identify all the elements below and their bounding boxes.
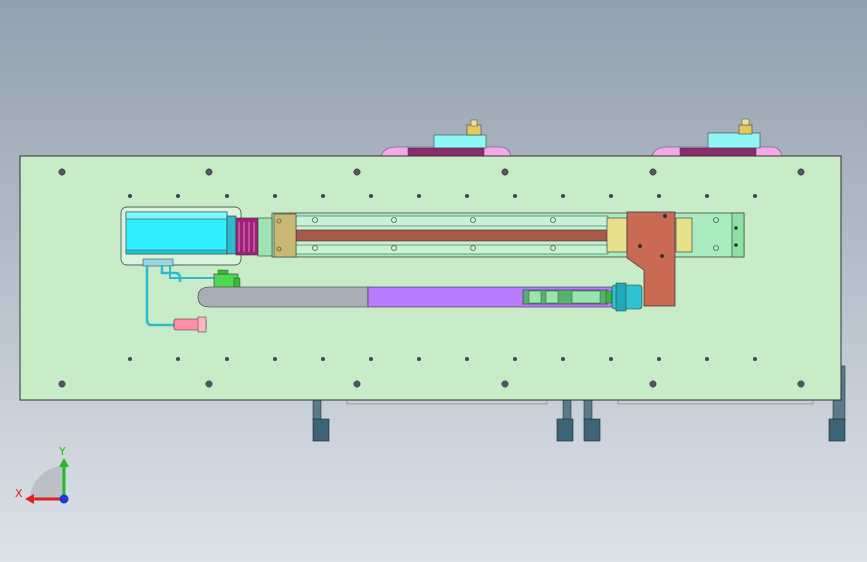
mount-hole	[797, 168, 805, 176]
cad-model-view: Y X	[15, 118, 846, 504]
axis-x-label: X	[15, 487, 23, 500]
screw-hole	[417, 357, 421, 361]
top-clamp-right	[651, 118, 783, 157]
screw-hole	[753, 357, 757, 361]
screw-hole	[321, 357, 325, 361]
mount-hole	[58, 380, 66, 388]
screw-hole	[225, 194, 229, 198]
mount-hole	[353, 380, 361, 388]
screw-hole	[657, 194, 661, 198]
coordinate-triad	[25, 458, 69, 504]
screw-hole	[176, 357, 180, 361]
mount-hole	[58, 168, 66, 176]
screw-hole	[753, 194, 757, 198]
top-clamp-left	[380, 119, 512, 157]
mount-hole	[205, 168, 213, 176]
screw-hole	[561, 194, 565, 198]
screw-hole	[273, 194, 277, 198]
screw-hole	[705, 194, 709, 198]
axis-y-label: Y	[58, 445, 66, 458]
screw-hole	[225, 357, 229, 361]
cable-chain	[197, 282, 643, 312]
screw-hole	[513, 194, 517, 198]
screw-hole	[705, 357, 709, 361]
screw-hole	[273, 357, 277, 361]
mount-hole	[649, 380, 657, 388]
mount-hole	[501, 380, 509, 388]
screw-hole	[609, 357, 613, 361]
screw-hole	[321, 194, 325, 198]
screw-hole	[465, 194, 469, 198]
screw-hole	[609, 194, 613, 198]
screw-hole	[176, 194, 180, 198]
mount-hole	[501, 168, 509, 176]
screw-hole	[561, 357, 565, 361]
screw-hole	[465, 357, 469, 361]
base-plate	[19, 155, 842, 401]
mount-hole	[353, 168, 361, 176]
screw-hole	[128, 194, 132, 198]
mount-hole	[797, 380, 805, 388]
screw-hole	[369, 357, 373, 361]
screw-hole	[417, 194, 421, 198]
screw-hole	[657, 357, 661, 361]
cad-viewport[interactable]: Y X	[0, 0, 867, 562]
screw-hole	[369, 194, 373, 198]
ball-screw	[295, 229, 617, 242]
screw-hole	[128, 357, 132, 361]
mount-hole	[205, 380, 213, 388]
mount-hole	[649, 168, 657, 176]
screw-hole	[513, 357, 517, 361]
